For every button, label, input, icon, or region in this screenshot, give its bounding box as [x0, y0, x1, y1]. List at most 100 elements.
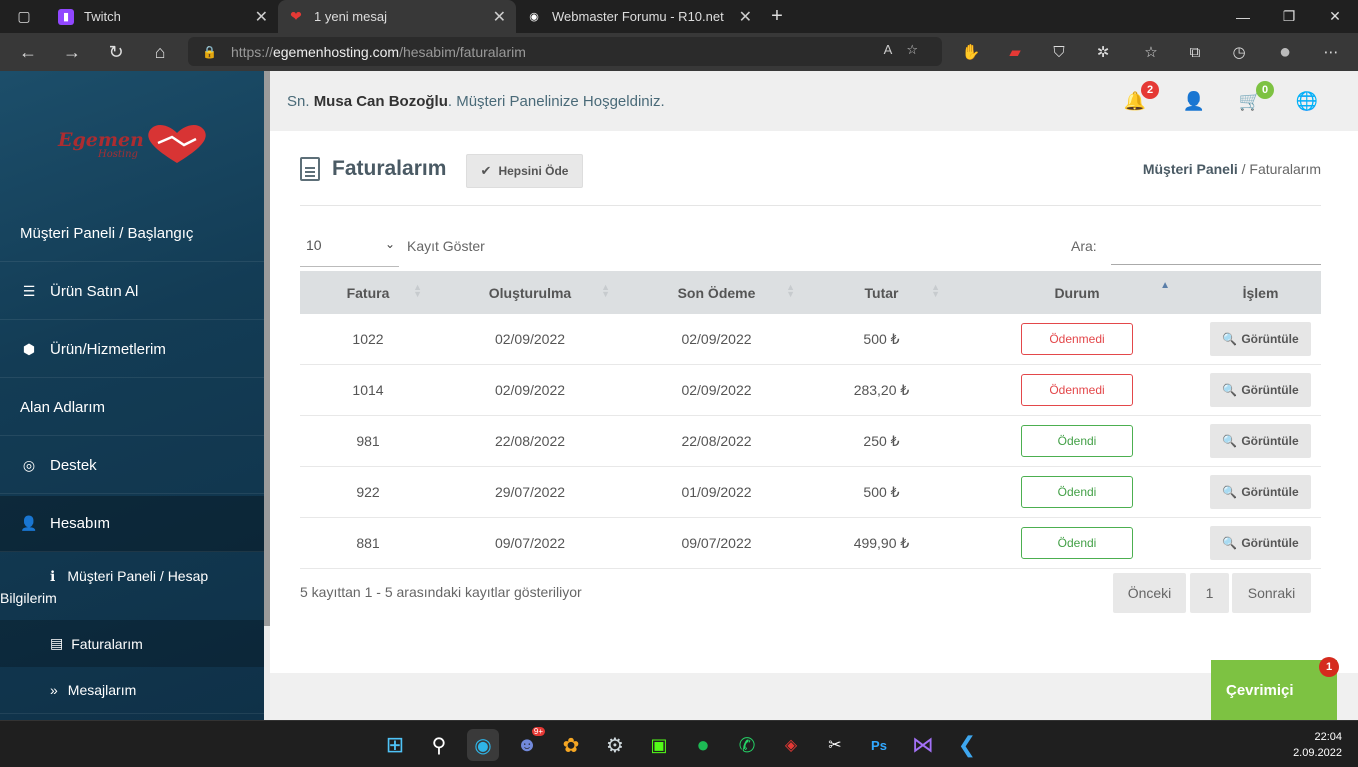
view-invoice-button[interactable]: 🔍 Görüntüle — [1210, 475, 1311, 509]
action-cell: 🔍 Görüntüle — [1200, 475, 1321, 509]
profile-icon[interactable]: ● — [1270, 33, 1300, 71]
online-chat-label: Çevrimiçi — [1226, 681, 1294, 699]
heart-icon: ❤ — [290, 8, 302, 24]
column-header-status[interactable]: Durum ▲ — [954, 271, 1200, 314]
forward-icon[interactable]: → — [50, 42, 94, 63]
page-length-select[interactable]: 10 ⌄ — [300, 231, 399, 267]
restore-icon[interactable]: ❐ — [1266, 0, 1312, 33]
page-number-button[interactable]: 1 — [1190, 573, 1229, 613]
close-icon[interactable]: ✕ — [739, 7, 752, 27]
table-row: 1014 02/09/2022 02/09/2022 283,20 ₺ Ödenmedi… — [300, 365, 1321, 416]
photoshop-icon[interactable]: Ps — [863, 729, 895, 761]
sidebar-item-support[interactable]: ◎ Destek — [0, 438, 264, 494]
tab-r10[interactable]: ◉ Webmaster Forumu - R10.net ✕ — [516, 0, 762, 33]
column-header-due[interactable]: Son Ödeme ▲ ▼ — [624, 271, 809, 314]
vscode-icon[interactable]: ❮ — [951, 729, 983, 761]
whatsapp-icon[interactable]: ✆ — [731, 729, 763, 761]
lock-icon: 🔒 — [202, 44, 217, 59]
breadcrumb-root[interactable]: Müşteri Paneli — [1143, 161, 1238, 177]
cart-icon[interactable]: 🛒 0 — [1238, 81, 1274, 113]
main-content: Sn. Musa Can Bozoğlu. Müşteri Panelinize… — [270, 71, 1358, 720]
shield-icon[interactable]: ⛉ — [1044, 33, 1074, 71]
read-aloud-icon[interactable]: A☆ — [884, 42, 932, 58]
url-path: /hesabim/faturalarim — [399, 43, 526, 60]
view-invoice-button[interactable]: 🔍 Görüntüle — [1210, 373, 1311, 407]
server-icon: ☰ — [22, 283, 36, 299]
kick-icon[interactable]: ▣ — [643, 729, 675, 761]
extension-icon[interactable]: ▰ — [1000, 33, 1030, 71]
sort-asc-icon: ▲ — [1160, 280, 1170, 291]
sidebar-subitem-account-info[interactable]: ℹ Müşteri Paneli / Hesap Bilgilerim — [0, 554, 264, 620]
footer — [270, 673, 1358, 720]
minimize-icon[interactable]: — — [1220, 0, 1266, 33]
globe-icon[interactable]: 🌐 — [1295, 89, 1319, 113]
discord-icon[interactable]: ☻ 9+ — [511, 727, 545, 761]
edge-icon[interactable]: ◉ — [467, 729, 499, 761]
bell-icon[interactable]: 🔔 2 — [1123, 81, 1159, 113]
column-header-amount[interactable]: Tutar ▲ ▼ — [809, 271, 954, 314]
online-chat-badge: 1 — [1319, 657, 1339, 677]
sidebar-item-dashboard[interactable]: Müşteri Paneli / Başlangıç — [0, 206, 264, 262]
close-icon[interactable]: ✕ — [255, 7, 268, 27]
view-invoice-button[interactable]: 🔍 Görüntüle — [1210, 322, 1311, 356]
info-icon: ℹ — [50, 568, 56, 584]
history-icon[interactable]: ◷ — [1224, 33, 1254, 71]
column-label: Oluşturulma — [488, 284, 572, 301]
next-page-button[interactable]: Sonraki — [1232, 573, 1311, 613]
view-invoice-button[interactable]: 🔍 Görüntüle — [1210, 526, 1311, 560]
windows-start-icon[interactable]: ⊞ — [379, 729, 411, 761]
user-icon[interactable]: 👤 — [1182, 89, 1206, 113]
pay-all-button[interactable]: ✔ Hepsini Öde — [466, 154, 583, 188]
amount-cell: 250 ₺ — [863, 432, 900, 449]
close-icon[interactable]: ✕ — [493, 7, 506, 27]
column-header-created[interactable]: Oluşturulma ▲ ▼ — [436, 271, 624, 314]
new-tab-icon[interactable]: + — [762, 5, 792, 28]
column-header-invoice[interactable]: Fatura ▲ ▼ — [300, 271, 436, 314]
sidebar-subitem-messages[interactable]: » Mesajlarım — [0, 667, 264, 714]
collections-icon[interactable]: ⧉ — [1180, 33, 1210, 71]
page-title-text: Faturalarım — [332, 157, 447, 180]
tab-title: Twitch — [84, 9, 121, 24]
amount-cell: 500 ₺ — [863, 330, 900, 347]
tab-active-message[interactable]: ❤ 1 yeni mesaj ✕ — [278, 0, 516, 33]
steam-icon[interactable]: ⚙ — [599, 729, 631, 761]
search-input[interactable] — [1111, 231, 1321, 265]
sidebar-subitem-label: Faturalarım — [71, 635, 143, 652]
puzzle-icon[interactable]: ✲ — [1088, 33, 1118, 71]
sidebar-item-label: Ürün Satın Al — [50, 283, 139, 300]
greeting-suffix: . Müşteri Panelinize Hoşgeldiniz. — [447, 92, 665, 110]
search-icon[interactable]: ⚲ — [423, 729, 455, 761]
favorites-icon[interactable]: ☆ — [1136, 33, 1166, 71]
davinci-icon[interactable]: ✿ — [555, 729, 587, 761]
tab-actions-icon[interactable]: ▢ — [0, 0, 48, 33]
amount-cell: 283,20 ₺ — [853, 381, 910, 398]
gpu-tool-icon[interactable]: ◈ — [775, 729, 807, 761]
sidebar-item-services[interactable]: ⬢ Ürün/Hizmetlerim — [0, 322, 264, 378]
capcut-icon[interactable]: ✂ — [819, 729, 851, 761]
close-window-icon[interactable]: ✕ — [1312, 0, 1358, 33]
more-icon[interactable]: ⋯ — [1316, 33, 1346, 71]
adblock-icon[interactable]: ✋ — [956, 33, 986, 71]
sidebar-item-buy[interactable]: ☰ Ürün Satın Al — [0, 264, 264, 320]
due-date-cell: 01/09/2022 — [681, 484, 752, 500]
system-clock[interactable]: 22:04 2.09.2022 — [1293, 729, 1342, 761]
cart-badge: 0 — [1256, 81, 1274, 99]
sidebar-item-account[interactable]: 👤 Hesabım — [0, 496, 264, 552]
page-length-value: 10 — [306, 237, 322, 253]
sidebar-subitem-invoices[interactable]: ▤ Faturalarım — [0, 620, 264, 667]
action-cell: 🔍 Görüntüle — [1200, 373, 1321, 407]
column-label: Fatura — [346, 284, 390, 301]
column-header-action: İşlem — [1200, 271, 1321, 314]
url-field[interactable]: 🔒 https://egemenhosting.com/hesabim/fatu… — [188, 37, 942, 66]
tab-twitch[interactable]: ▮ Twitch ✕ — [48, 0, 278, 33]
online-chat-button[interactable]: Çevrimiçi 1 — [1211, 657, 1339, 720]
refresh-icon[interactable]: ↻ — [94, 42, 138, 63]
prev-page-button[interactable]: Önceki — [1113, 573, 1186, 613]
sidebar-item-domains[interactable]: Alan Adlarım — [0, 380, 264, 436]
back-icon[interactable]: ← — [6, 42, 50, 63]
view-invoice-button[interactable]: 🔍 Görüntüle — [1210, 424, 1311, 458]
visual-studio-icon[interactable]: ⋈ — [907, 729, 939, 761]
page-title: Faturalarım — [300, 157, 446, 181]
spotify-icon[interactable]: ● — [687, 729, 719, 761]
home-icon[interactable]: ⌂ — [138, 42, 182, 63]
